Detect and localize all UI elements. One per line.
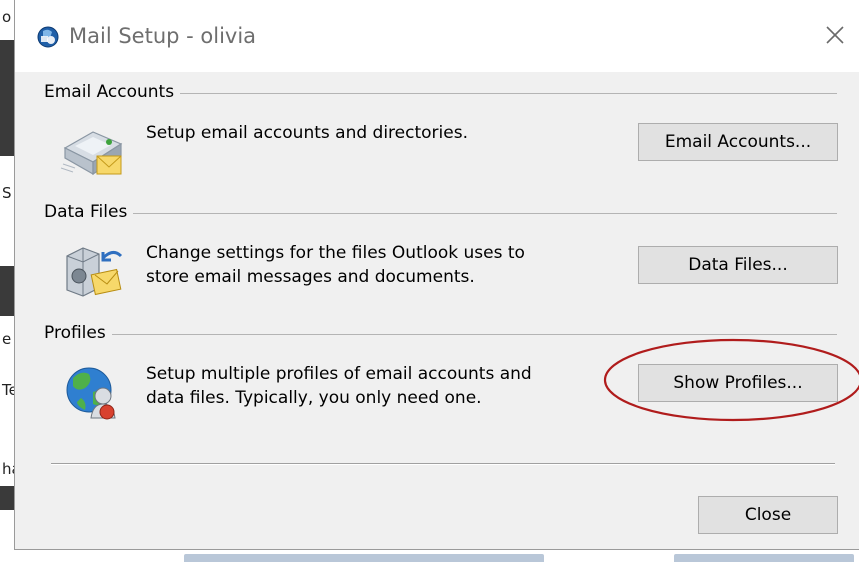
data-files-description-line-2: store email messages and documents. — [146, 267, 475, 287]
profiles-icon — [66, 367, 116, 420]
profiles-description-line-1: Setup multiple profiles of email account… — [146, 364, 532, 384]
close-icon[interactable] — [820, 20, 850, 50]
background-text-fragment: S — [2, 184, 12, 202]
background-window-edge: o S e Te ha — [0, 0, 21, 562]
separator — [51, 463, 835, 465]
group-frame-line — [47, 213, 837, 214]
close-button[interactable]: Close — [698, 496, 838, 534]
group-label-profiles: Profiles — [44, 323, 112, 343]
email-accounts-button[interactable]: Email Accounts... — [638, 123, 838, 161]
outlook-icon — [37, 26, 59, 48]
email-accounts-description: Setup email accounts and directories. — [146, 123, 468, 143]
email-accounts-icon — [60, 131, 123, 176]
background-window-bottom — [14, 550, 859, 562]
background-text-fragment: o — [2, 8, 12, 26]
window-title: Mail Setup - olivia — [69, 24, 257, 48]
show-profiles-button[interactable]: Show Profiles... — [638, 364, 838, 402]
group-frame-line — [47, 334, 837, 335]
mail-setup-dialog: Mail Setup - olivia Email Accounts Setup… — [14, 0, 859, 550]
group-label-data-files: Data Files — [44, 202, 134, 222]
profiles-description-line-2: data files. Typically, you only need one… — [146, 388, 482, 408]
title-bar[interactable]: Mail Setup - olivia — [15, 0, 859, 72]
data-files-icon — [66, 247, 123, 297]
screen: o S e Te ha Mail Setup - olivia Email Ac… — [0, 0, 859, 562]
group-label-email-accounts: Email Accounts — [44, 82, 181, 102]
data-files-button[interactable]: Data Files... — [638, 246, 838, 284]
background-text-fragment: e — [2, 330, 12, 348]
data-files-description-line-1: Change settings for the files Outlook us… — [146, 243, 525, 263]
